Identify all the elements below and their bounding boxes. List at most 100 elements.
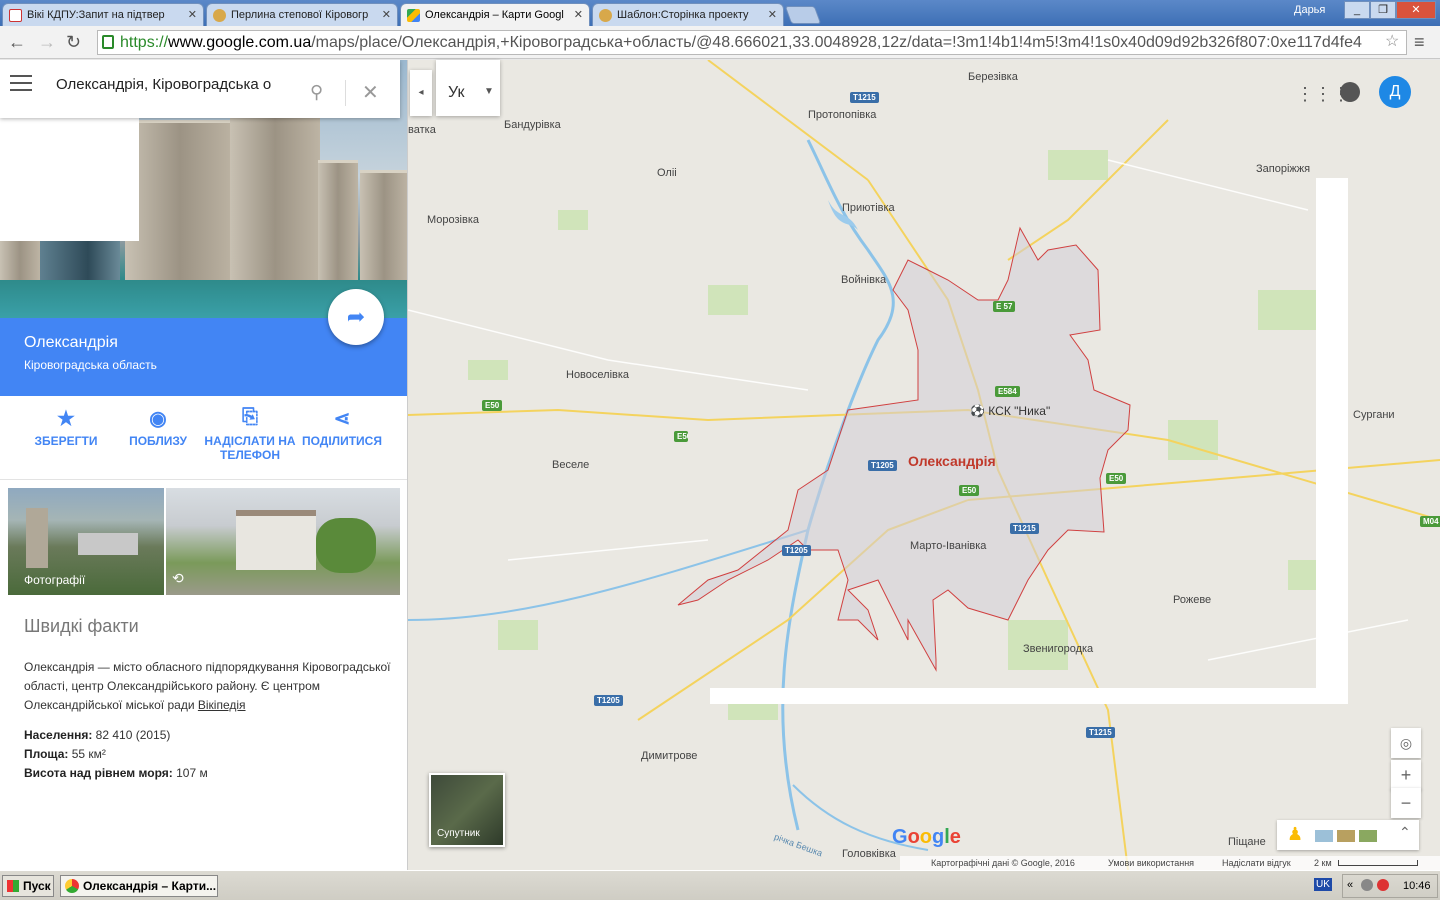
road-shield: T1215: [850, 92, 879, 103]
os-taskbar: Пуск Олександрія – Карти... UK « 10:46: [0, 870, 1440, 900]
map-label-village: Піщане: [1228, 836, 1266, 848]
back-icon[interactable]: ←: [8, 32, 26, 52]
photo-building: [318, 160, 358, 280]
nearby-button[interactable]: ◉ ПОБЛИЗУ: [112, 406, 204, 448]
forward-icon[interactable]: →: [38, 32, 56, 52]
browser-tab-3[interactable]: Олександрія – Карти Googl ✕: [400, 3, 590, 26]
stadium-icon: ⚽: [970, 404, 985, 418]
map-label-village: Запоріжжя: [1256, 163, 1311, 175]
imagery-bar[interactable]: ♟ ⌃: [1277, 820, 1419, 850]
browser-user-name[interactable]: Дарья: [1294, 4, 1325, 16]
language-value[interactable]: Ук: [448, 84, 464, 102]
browser-menu-icon[interactable]: ≡: [1414, 32, 1425, 53]
gmail-icon: [9, 9, 22, 22]
clock[interactable]: 10:46: [1403, 880, 1431, 892]
search-icon[interactable]: ⚲: [310, 82, 323, 103]
address-bar[interactable]: https://www.google.com.ua/maps/place/Оле…: [97, 30, 1407, 55]
pegman-icon[interactable]: ♟: [1287, 824, 1303, 845]
map-label-village: Головківка: [842, 848, 896, 860]
map-canvas[interactable]: Березівка Бандурівка Протопопівка Оліі З…: [408, 60, 1440, 870]
browser-tab-1[interactable]: Вікі КДПУ:Запит на підтвер ✕: [2, 3, 204, 26]
search-input[interactable]: [56, 73, 296, 95]
menu-icon[interactable]: [10, 75, 32, 91]
new-tab-button[interactable]: [784, 6, 822, 24]
send-to-phone-button[interactable]: ⎘ НАДІСЛАТИ НА ТЕЛЕФОН: [204, 406, 296, 462]
road-shield: T1215: [1010, 523, 1039, 534]
zoom-out-button[interactable]: −: [1391, 788, 1421, 818]
action-label: НАДІСЛАТИ НА ТЕЛЕФОН: [204, 434, 296, 462]
browser-titlebar: Вікі КДПУ:Запит на підтвер ✕ Перлина сте…: [0, 0, 1440, 26]
close-window-icon[interactable]: ✕: [1396, 1, 1436, 19]
taskbar-item-browser[interactable]: Олександрія – Карти...: [60, 875, 218, 897]
my-location-icon[interactable]: ◎: [1391, 728, 1421, 758]
tab-label: Олександрія – Карти Googl: [425, 9, 564, 21]
map-poi-label[interactable]: ⚽ КСК "Ника": [970, 404, 1050, 418]
photo-thumb-icon[interactable]: [1337, 830, 1355, 842]
expand-up-icon[interactable]: ⌃: [1399, 824, 1411, 841]
collapse-panel-button[interactable]: ◂: [410, 70, 432, 116]
fact-area: Площа: 55 км²: [24, 747, 106, 761]
start-button[interactable]: Пуск: [2, 875, 54, 897]
keyboard-layout-indicator[interactable]: UK: [1314, 878, 1332, 891]
tray-app-icon[interactable]: [1361, 879, 1373, 891]
wiki-icon: [213, 9, 226, 22]
reload-icon[interactable]: ↻: [66, 32, 81, 52]
zoom-in-button[interactable]: +: [1391, 760, 1421, 790]
close-tab-icon[interactable]: ✕: [188, 8, 197, 21]
wikipedia-link[interactable]: Вікіпедія: [198, 698, 246, 712]
street-view-thumbnail[interactable]: ⟲: [166, 488, 400, 595]
action-label: ПОДІЛИТИСЯ: [302, 434, 382, 448]
photos-thumbnail[interactable]: Фотографії: [8, 488, 164, 595]
tray-expand-icon[interactable]: «: [1347, 879, 1353, 891]
avatar[interactable]: Д: [1379, 76, 1411, 108]
map-city-label[interactable]: Олександрія: [908, 453, 996, 469]
map-label-village: Сургани: [1353, 409, 1395, 421]
close-icon[interactable]: ✕: [362, 80, 379, 105]
lock-icon: [102, 35, 114, 49]
feedback-link[interactable]: Надіслати відгук: [1222, 858, 1291, 868]
browser-tab-4[interactable]: Шаблон:Сторінка проекту ✕: [592, 3, 784, 26]
tray-app-icon[interactable]: [1377, 879, 1389, 891]
restore-icon[interactable]: ❐: [1370, 1, 1396, 19]
map-label-village: Рожеве: [1173, 594, 1212, 606]
close-tab-icon[interactable]: ✕: [574, 8, 583, 21]
fact-population: Населення: 82 410 (2015): [24, 728, 171, 742]
map-label-village: Веселе: [552, 459, 590, 471]
close-tab-icon[interactable]: ✕: [768, 8, 777, 21]
terms-link[interactable]: Умови використання: [1108, 858, 1194, 868]
close-tab-icon[interactable]: ✕: [382, 8, 391, 21]
road-shield: E 57: [993, 301, 1016, 312]
save-button[interactable]: ★ ЗБЕРЕГТИ: [20, 406, 112, 448]
map-label-village: Березівка: [968, 71, 1018, 83]
road-shield: E50: [1106, 473, 1127, 484]
quick-facts-text: Олександрія — місто обласного підпорядку…: [24, 660, 391, 712]
map-label-village: Приютівка: [842, 202, 895, 214]
notifications-icon[interactable]: [1340, 82, 1360, 102]
photo-thumb-icon[interactable]: [1359, 830, 1377, 842]
scale-bar: [1338, 860, 1418, 866]
send-to-phone-icon: ⎘: [242, 406, 258, 428]
directions-button[interactable]: ➦: [328, 289, 384, 345]
road-shield: T1205: [594, 695, 623, 706]
directions-label[interactable]: Маршрути: [324, 619, 385, 633]
minimize-icon[interactable]: _: [1344, 1, 1370, 19]
bookmark-star-icon[interactable]: ☆: [1385, 31, 1399, 51]
road-shield: E584: [995, 386, 1020, 397]
browser-tab-2[interactable]: Перлина степової Кіровогр ✕: [206, 3, 398, 26]
photo-building: [26, 508, 48, 568]
photo-thumb-icon[interactable]: [1315, 830, 1333, 842]
tab-label: Вікі КДПУ:Запит на підтвер: [27, 9, 165, 21]
photo-tree: [316, 518, 376, 573]
road-shield: M04: [1420, 516, 1440, 527]
map-label-village: Бандурівка: [504, 119, 561, 131]
satellite-toggle[interactable]: Супутник: [429, 773, 505, 847]
map-label-village: Звенигородка: [1023, 643, 1094, 655]
map-label-village: Марто-Іванівка: [910, 540, 987, 552]
chevron-down-icon[interactable]: ▼: [484, 86, 494, 97]
place-panel: ⚲ ✕ Олександрія Кіровоградська область М…: [0, 60, 408, 870]
fact-elevation: Висота над рівнем моря: 107 м: [24, 766, 208, 780]
share-button[interactable]: ⋖ ПОДІЛИТИСЯ: [296, 406, 388, 448]
map-label-village: Новоселівка: [566, 369, 630, 381]
action-label: ЗБЕРЕГТИ: [34, 434, 98, 448]
map-label-village: Димитрове: [641, 750, 698, 762]
